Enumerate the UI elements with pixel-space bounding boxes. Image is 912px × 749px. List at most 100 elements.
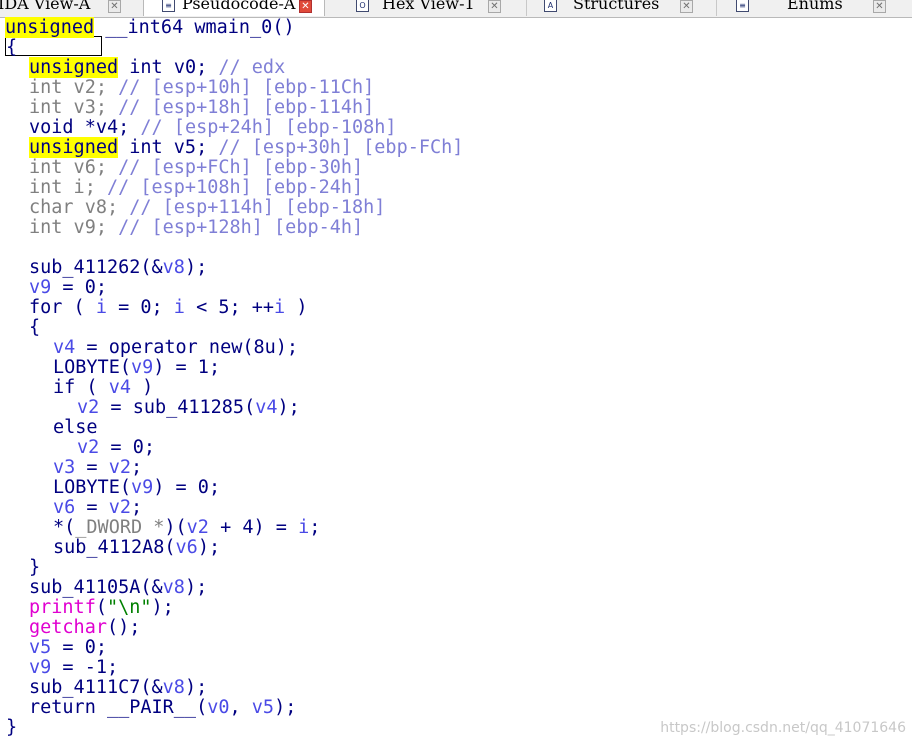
code-line[interactable]: else (53, 418, 98, 438)
code-text: } (6, 717, 18, 738)
code-line[interactable]: if ( v4 ) (53, 378, 153, 398)
code-variable[interactable]: v9 (29, 277, 51, 298)
code-line[interactable]: return __PAIR__(v0, v5); (29, 698, 296, 718)
code-line[interactable]: *(_DWORD *)(v2 + 4) = i; (53, 518, 320, 538)
code-line[interactable]: sub_4111C7(&v8); (29, 678, 207, 698)
code-text: ; (309, 517, 321, 538)
code-line[interactable]: unsigned int v5; // [esp+30h] [ebp-FCh] (29, 137, 463, 158)
code-text: return __PAIR__( (29, 697, 208, 718)
code-line[interactable]: LOBYTE(v9) = 0; (53, 478, 220, 498)
code-line[interactable]: v2 = sub_411285(v4); (77, 398, 300, 418)
code-line[interactable]: v2 = 0; (77, 438, 155, 458)
code-variable[interactable]: v2 (187, 517, 209, 538)
code-variable[interactable]: v9 (131, 477, 153, 498)
code-comment: // edx (218, 57, 286, 78)
code-line[interactable]: unsigned __int64 wmain_0() (5, 17, 295, 38)
code-variable[interactable]: v3 (53, 457, 75, 478)
code-line[interactable]: v9 = 0; (29, 278, 107, 298)
close-icon[interactable]: ✕ (873, 0, 886, 13)
code-line[interactable]: int v9; // [esp+128h] [ebp-4h] (29, 218, 363, 238)
code-variable[interactable]: v8 (163, 257, 185, 278)
code-text: = 0; (106, 297, 174, 318)
code-line[interactable]: int i; // [esp+108h] [ebp-24h] (29, 178, 363, 198)
code-line[interactable]: for ( i = 0; i < 5; ++i ) (29, 298, 307, 318)
code-variable[interactable]: i (174, 297, 185, 318)
code-variable[interactable]: v4 (109, 377, 131, 398)
code-line[interactable]: int v6; // [esp+FCh] [ebp-30h] (29, 158, 363, 178)
tab-structures[interactable]: A Structures ✕ (526, 0, 717, 16)
close-icon[interactable]: ✕ (299, 0, 312, 13)
code-variable[interactable]: v2 (77, 437, 99, 458)
tab-hex-view-1[interactable]: O Hex View-1 ✕ (338, 0, 527, 16)
close-icon[interactable]: ✕ (680, 0, 693, 13)
code-text: )( (164, 517, 187, 538)
code-text: sub_41105A(& (29, 577, 163, 598)
code-variable[interactable]: v4 (53, 337, 75, 358)
code-variable[interactable]: i (298, 517, 309, 538)
tab-label: Hex View-1 (382, 0, 475, 13)
code-line[interactable]: getchar(); (29, 618, 140, 638)
code-variable[interactable]: v5 (29, 637, 51, 658)
code-variable[interactable]: i (274, 297, 285, 318)
code-line[interactable]: v6 = v2; (53, 498, 142, 518)
code-text: = -1; (51, 657, 119, 678)
code-text: v0 (173, 57, 197, 78)
code-line[interactable]: v5 = 0; (29, 638, 107, 658)
code-function[interactable]: getchar (29, 617, 107, 638)
code-variable[interactable]: v9 (131, 357, 153, 378)
code-variable[interactable]: v8 (163, 677, 185, 698)
code-comment: // [esp+18h] [ebp-114h] (118, 97, 375, 118)
code-text: *( (53, 517, 76, 538)
code-text: + 4) = (208, 517, 299, 538)
close-icon[interactable]: ✕ (108, 0, 121, 13)
code-variable[interactable]: v2 (109, 457, 131, 478)
code-variable[interactable]: v6 (53, 497, 75, 518)
code-variable[interactable]: i (96, 297, 107, 318)
code-line[interactable]: v9 = -1; (29, 658, 118, 678)
code-text: ; (130, 497, 143, 518)
tab-pseudocode-a[interactable]: ≡ Pseudocode-A ✕ (143, 0, 325, 16)
code-line[interactable]: char v8; // [esp+114h] [ebp-18h] (29, 198, 385, 218)
code-variable[interactable]: v8 (163, 577, 185, 598)
code-variable[interactable]: v6 (176, 537, 198, 558)
code-line[interactable]: sub_411262(&v8); (29, 258, 207, 278)
tab-enums[interactable]: ≡ Enums ✕ (716, 0, 912, 16)
code-text: sub_4111C7(& (29, 677, 163, 698)
code-variable[interactable]: v2 (109, 497, 131, 518)
enums-icon: ≡ (736, 0, 749, 12)
close-icon[interactable]: ✕ (488, 0, 501, 13)
code-variable[interactable]: v0 (207, 697, 229, 718)
code-line[interactable]: { (6, 38, 17, 58)
code-text: ); (184, 577, 208, 598)
code-variable[interactable]: v2 (77, 397, 99, 418)
code-text: ; (196, 57, 219, 78)
code-line[interactable]: sub_4112A8(v6); (53, 538, 220, 558)
code-variable[interactable]: v4 (255, 397, 277, 418)
code-text: LOBYTE( (53, 357, 131, 378)
code-line[interactable]: int v3; // [esp+18h] [ebp-114h] (29, 98, 374, 118)
selection-cursor (5, 36, 102, 56)
code-line[interactable]: { (29, 318, 40, 338)
code-line[interactable]: void *v4; // [esp+24h] [ebp-108h] (29, 118, 397, 138)
code-text: , (229, 697, 252, 718)
code-line[interactable]: } (6, 718, 17, 738)
code-comment: // [esp+114h] [ebp-18h] (129, 197, 386, 218)
code-variable[interactable]: v9 (29, 657, 51, 678)
code-line[interactable]: printf("\n"); (29, 598, 174, 618)
code-line[interactable]: sub_41105A(&v8); (29, 578, 207, 598)
code-text: ); (184, 677, 208, 698)
code-line[interactable]: v4 = operator new(8u); (53, 338, 298, 358)
code-line[interactable]: v3 = v2; (53, 458, 142, 478)
code-variable[interactable]: v5 (252, 697, 274, 718)
code-line[interactable]: LOBYTE(v9) = 1; (53, 358, 220, 378)
code-line[interactable]: int v2; // [esp+10h] [ebp-11Ch] (29, 78, 374, 98)
pseudocode-view[interactable]: unsigned __int64 wmain_0() { unsigned in… (0, 17, 912, 749)
code-line[interactable]: unsigned int v0; // edx (29, 57, 286, 78)
code-line[interactable]: } (29, 558, 40, 578)
tab-ida-view-a[interactable]: IDA View-A ✕ (0, 0, 144, 16)
code-comment: // [esp+108h] [ebp-24h] (106, 177, 364, 198)
code-text: __int64 wmain_0() (94, 17, 295, 38)
code-text: int i; (29, 177, 107, 198)
code-function[interactable]: printf (29, 597, 96, 618)
code-text: ); (277, 397, 300, 418)
